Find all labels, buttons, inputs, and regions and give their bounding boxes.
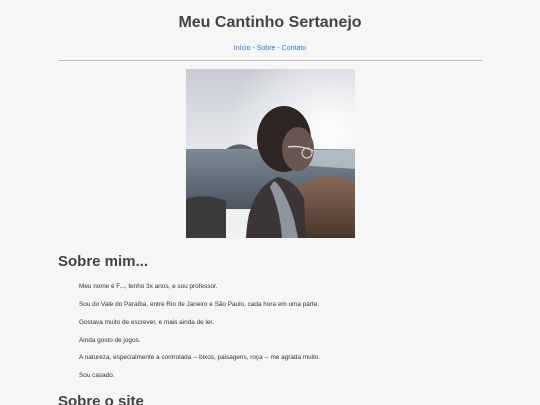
profile-photo: [186, 69, 355, 238]
nav-link-home[interactable]: Início: [234, 45, 251, 52]
about-paragraph: Sou do Vale do Paraíba, entre Rio de Jan…: [79, 301, 320, 308]
about-paragraph: Ainda gosto de jogos.: [79, 337, 141, 344]
page: Meu Cantinho Sertanejo Início - Sobre - …: [0, 0, 540, 405]
header-divider: [58, 60, 482, 61]
about-title: Sobre mim...: [58, 253, 149, 270]
site-section-title: Sobre o site: [58, 393, 144, 405]
about-paragraph: Gostava muito de escrever, e mais ainda …: [79, 319, 214, 326]
about-paragraph: Sou casado.: [79, 372, 115, 379]
main-nav: Início - Sobre - Contato: [0, 44, 540, 54]
nav-link-about[interactable]: Sobre: [257, 45, 276, 52]
about-paragraph: A natureza, especialmente a controlada -…: [79, 354, 321, 361]
nav-link-contact[interactable]: Contato: [282, 45, 307, 52]
site-title: Meu Cantinho Sertanejo: [178, 14, 362, 31]
about-paragraph: Meu nome é F..., tenho 3x anos, e sou pr…: [79, 283, 218, 290]
